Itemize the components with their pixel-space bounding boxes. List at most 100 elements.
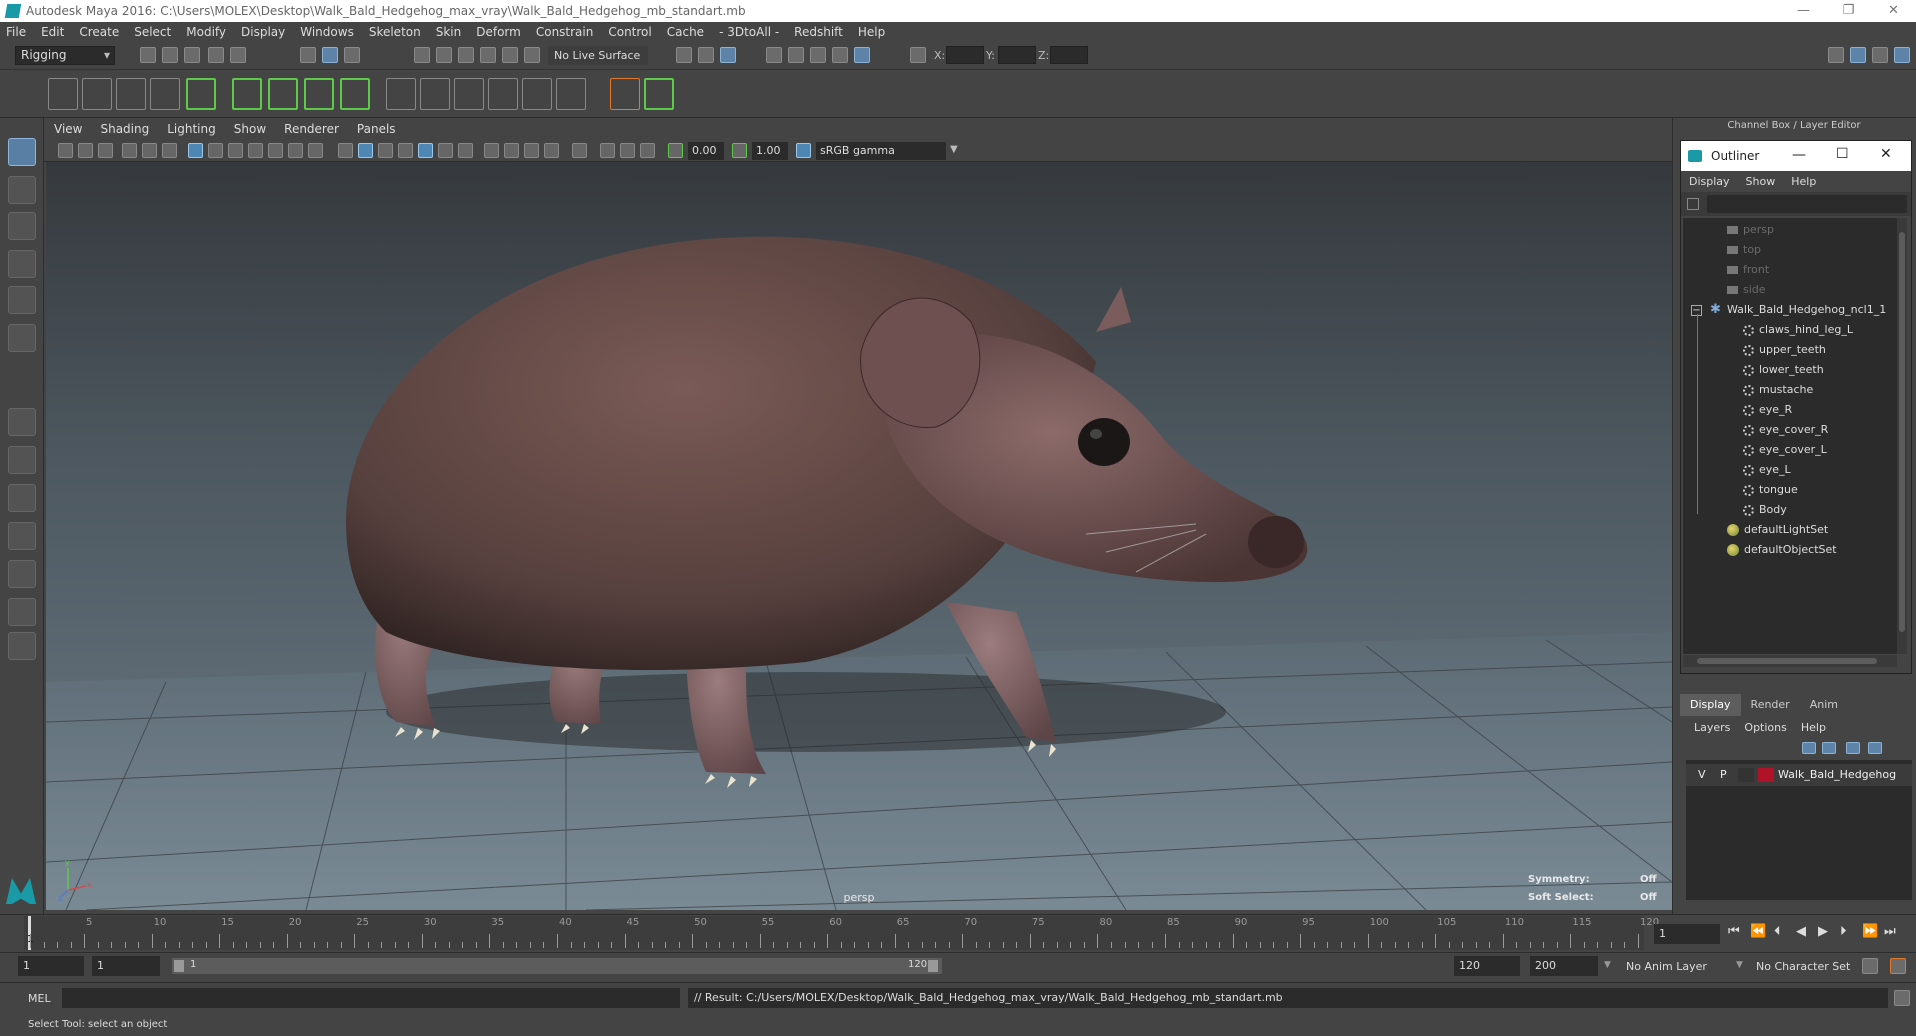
range-end-handle[interactable] [928,960,938,972]
redo-icon[interactable] [230,47,246,63]
outliner-vertical-scrollbar[interactable] [1897,218,1907,654]
anim-layer-select[interactable]: No Anim Layer [1626,960,1707,973]
single-perspective-layout-icon[interactable] [8,408,36,436]
select-tool-icon[interactable] [8,138,36,166]
step-forward-key-icon[interactable]: ⏩ [1862,924,1878,939]
tab-display[interactable]: Display [1680,694,1741,716]
construction-history-icon[interactable] [720,47,736,63]
gamma-field[interactable]: 1.00 [752,142,788,160]
ipr-render-icon[interactable] [810,47,826,63]
undo-icon[interactable] [208,47,224,63]
shadows-icon[interactable] [458,143,473,158]
paint-select-tool-icon[interactable] [8,212,36,240]
wireframe-on-shaded-icon[interactable] [398,143,413,158]
four-view-layout-icon[interactable] [8,446,36,474]
depth-of-field-icon[interactable] [544,143,559,158]
bookmark-icon[interactable] [98,143,113,158]
outliner-item-eye-r[interactable]: eye_R [1743,400,1792,420]
tab-render[interactable]: Render [1741,694,1800,716]
layer-visibility-toggle[interactable]: V [1698,764,1706,786]
channel-box-icon[interactable] [1894,47,1910,63]
move-layer-up-icon[interactable] [1802,742,1816,754]
output-ops-icon[interactable] [698,47,714,63]
menu-deform[interactable]: Deform [476,25,521,39]
outliner-item-default-object-set[interactable]: defaultObjectSet [1727,540,1837,560]
side-by-side-layout-icon[interactable] [8,484,36,512]
paint-weights-icon[interactable] [644,78,674,110]
anti-aliasing-icon[interactable] [524,143,539,158]
gamma-icon[interactable] [732,143,747,158]
outliner-hscroll-thumb[interactable] [1697,658,1877,664]
panel-menu-renderer[interactable]: Renderer [284,122,339,136]
play-backward-icon[interactable]: ◀ [1796,924,1806,939]
step-forward-frame-icon[interactable]: ⏵ [1840,924,1847,939]
default-material-icon[interactable] [378,143,393,158]
outliner-item-body[interactable]: Body [1743,500,1787,520]
menu-select[interactable]: Select [134,25,171,39]
gate-mask-icon[interactable] [248,143,263,158]
layer-playback-toggle[interactable]: P [1720,764,1727,786]
outliner-item-eye-cover-r[interactable]: eye_cover_R [1743,420,1828,440]
live-surface-field[interactable]: No Live Surface [548,46,648,65]
outliner-item-group[interactable]: − ✱ Walk_Bald_Hedgehog_ncl1_1 [1691,300,1886,320]
outliner-search-input[interactable] [1707,195,1907,213]
perspective-viewport[interactable]: x y z persp Symmetry: Off Soft Select: O… [46,162,1672,910]
panel-menu-panels[interactable]: Panels [357,122,396,136]
outliner-item-default-light-set[interactable]: defaultLightSet [1727,520,1828,540]
tab-anim[interactable]: Anim [1800,694,1848,716]
snap-surface-icon[interactable] [502,47,518,63]
grease-pencil-icon[interactable] [162,143,177,158]
menu-3dtoall[interactable]: - 3DtoAll - [719,25,779,39]
script-language-toggle[interactable]: MEL [28,992,51,1005]
custom-layout-icon[interactable] [8,632,36,660]
outliner-item-eye-l[interactable]: eye_L [1743,460,1791,480]
layer-menu-options[interactable]: Options [1744,721,1786,734]
outliner-item-claws-hind-leg-l[interactable]: claws_hind_leg_L [1743,320,1853,340]
select-object-icon[interactable] [322,47,338,63]
render-settings-icon[interactable] [832,47,848,63]
film-gate-icon[interactable] [208,143,223,158]
hypershade-layout-icon[interactable] [8,598,36,626]
layer-menu-help[interactable]: Help [1801,721,1826,734]
cluster-icon[interactable] [232,78,262,110]
menu-skin[interactable]: Skin [436,25,462,39]
outliner-item-upper-teeth[interactable]: upper_teeth [1743,340,1826,360]
wireframe-icon[interactable] [338,143,353,158]
snap-point-icon[interactable] [458,47,474,63]
aim-constraint-icon[interactable] [420,78,450,110]
modeling-toolkit-icon[interactable] [1828,47,1844,63]
play-forward-icon[interactable]: ▶ [1818,924,1828,939]
smooth-shade-icon[interactable] [358,143,373,158]
menu-create[interactable]: Create [79,25,119,39]
screen-space-ao-icon[interactable] [484,143,499,158]
scale-tool-icon[interactable] [8,324,36,352]
xray-active-icon[interactable] [620,143,635,158]
attribute-editor-icon[interactable] [1850,47,1866,63]
2d-pan-zoom-icon[interactable] [142,143,157,158]
anim-layer-dropdown-icon[interactable]: ▼ [1604,960,1611,970]
outliner-menu-show[interactable]: Show [1746,175,1776,188]
go-to-start-icon[interactable]: ⏮ [1728,924,1740,939]
timeline-ruler[interactable]: 1 51015202530354045505560657075808590951… [24,916,1659,950]
scale-constraint-icon[interactable] [488,78,518,110]
outliner-close-button[interactable]: ✕ [1880,146,1892,162]
x-field[interactable] [946,46,984,64]
outliner-horizontal-scrollbar[interactable] [1683,655,1897,667]
auto-key-icon[interactable] [1862,958,1878,974]
outliner-search-bar[interactable] [1681,192,1911,216]
mode-selector[interactable]: Rigging [15,46,115,65]
input-ops-icon[interactable] [676,47,692,63]
field-chart-icon[interactable] [268,143,283,158]
move-tool-icon[interactable] [8,250,36,278]
playback-start-field[interactable]: 1 [92,956,160,976]
range-slider[interactable]: 1 120 [172,958,942,974]
command-input[interactable] [62,988,680,1008]
exposure-field[interactable]: 0.00 [688,142,724,160]
outliner-minimize-button[interactable]: — [1792,147,1806,163]
pole-vector-icon[interactable] [556,78,586,110]
color-management-icon[interactable] [796,143,811,158]
playback-end-field[interactable]: 120 [1454,956,1520,976]
animation-start-field[interactable]: 1 [18,956,84,976]
select-camera-icon[interactable] [58,143,73,158]
image-plane-icon[interactable] [122,143,137,158]
